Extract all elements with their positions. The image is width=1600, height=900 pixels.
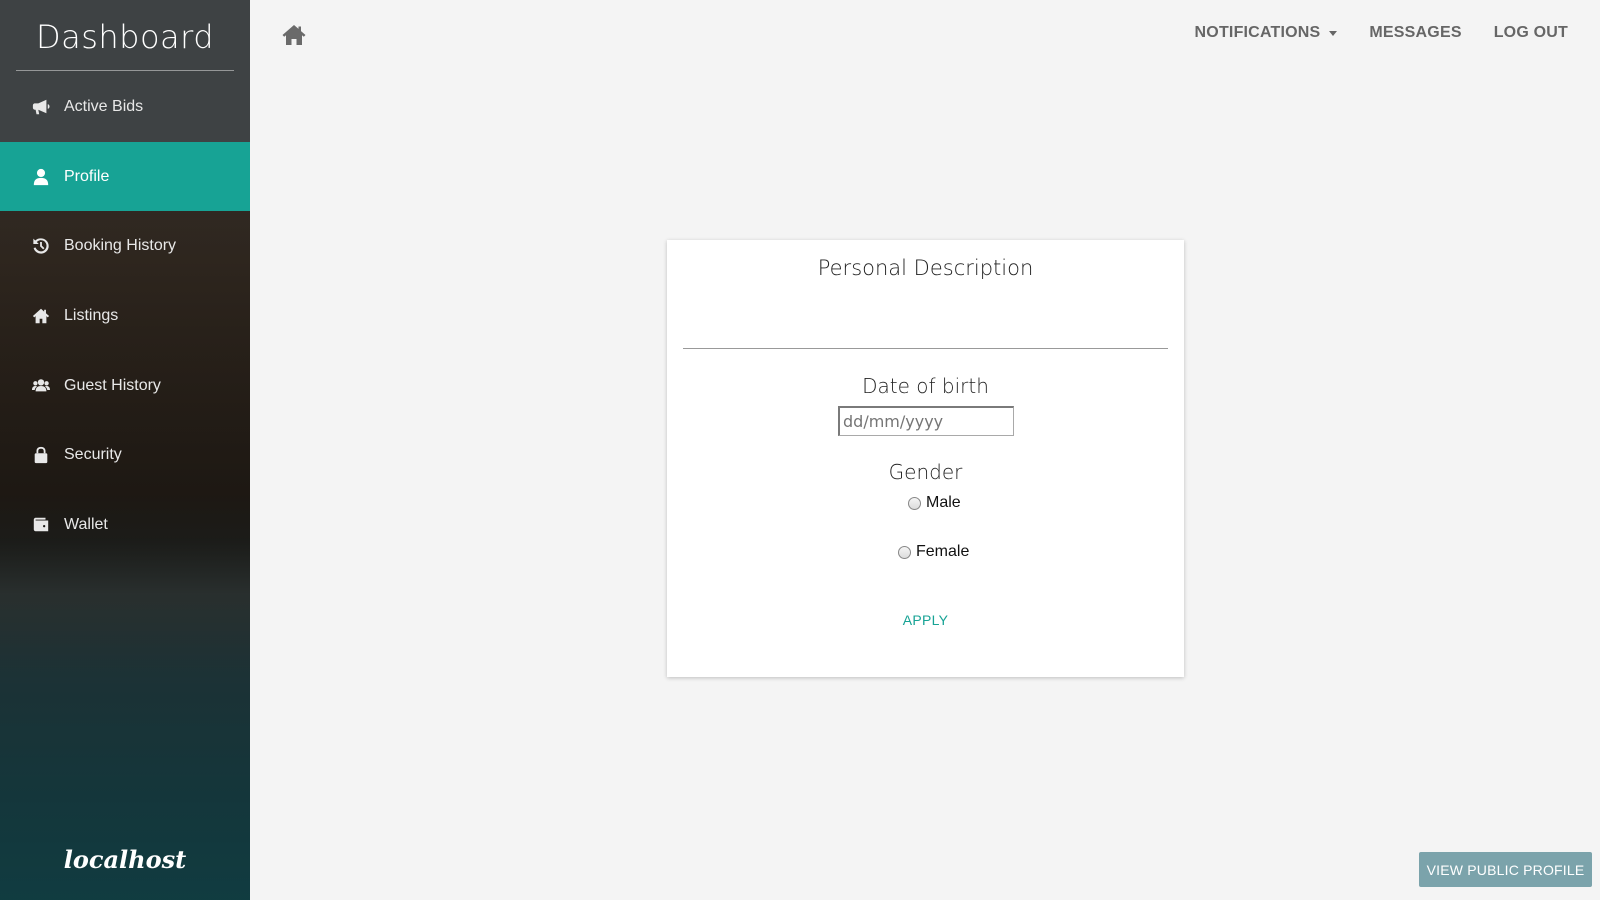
gender-option-male[interactable]: Male: [908, 494, 961, 512]
chevron-down-icon: [1329, 30, 1338, 36]
view-public-profile-button[interactable]: VIEW PUBLIC PROFILE: [1419, 852, 1592, 887]
sidebar-item-active-bids[interactable]: Active Bids: [0, 72, 250, 141]
brand-logo: localhost: [63, 845, 187, 874]
female-radio[interactable]: [898, 545, 911, 559]
sidebar-divider: [16, 70, 234, 71]
dob-input[interactable]: [838, 406, 1014, 436]
sidebar-item-label: Security: [64, 445, 122, 463]
notifications-label: NOTIFICATIONS: [1194, 24, 1321, 41]
card-divider: [683, 348, 1168, 349]
sidebar-item-booking-history[interactable]: Booking History: [0, 211, 250, 280]
gender-option-female[interactable]: Female: [898, 543, 969, 561]
messages-link[interactable]: MESSAGES: [1369, 24, 1461, 42]
sidebar-item-label: Active Bids: [64, 97, 144, 115]
megaphone-icon: [31, 97, 51, 117]
history-icon: [31, 236, 51, 256]
gender-label: Gender: [888, 460, 963, 484]
female-label: Female: [916, 543, 970, 560]
top-navigation: NOTIFICATIONS MESSAGES LOG OUT: [1163, 24, 1568, 42]
sidebar-item-label: Profile: [64, 167, 110, 185]
sidebar-item-wallet[interactable]: Wallet: [0, 490, 250, 559]
notifications-dropdown[interactable]: NOTIFICATIONS: [1195, 24, 1338, 42]
sidebar-item-label: Listings: [64, 306, 119, 324]
home-icon: [31, 306, 51, 326]
lock-icon: [31, 445, 51, 465]
sidebar-item-listings[interactable]: Listings: [0, 281, 250, 350]
logout-link[interactable]: LOG OUT: [1494, 24, 1568, 42]
user-icon: [31, 167, 51, 187]
sidebar-item-guest-history[interactable]: Guest History: [0, 351, 250, 420]
sidebar: Dashboard Active Bids Profile Booking Hi…: [0, 0, 250, 900]
sidebar-item-label: Guest History: [64, 376, 161, 394]
home-button[interactable]: [282, 24, 306, 48]
card-title: Personal Description: [817, 256, 1034, 280]
sidebar-item-profile[interactable]: Profile: [0, 142, 250, 211]
wallet-icon: [31, 515, 51, 535]
sidebar-item-label: Booking History: [64, 236, 177, 254]
sidebar-item-label: Wallet: [64, 515, 108, 533]
male-radio[interactable]: [908, 496, 921, 510]
dob-label: Date of birth: [862, 374, 989, 398]
apply-button[interactable]: APPLY: [667, 612, 1184, 628]
profile-card: Personal Description Date of birth Gende…: [667, 240, 1184, 677]
sidebar-title: Dashboard: [35, 18, 215, 56]
users-icon: [31, 376, 51, 396]
home-icon: [282, 25, 306, 50]
male-label: Male: [926, 494, 961, 511]
sidebar-item-security[interactable]: Security: [0, 420, 250, 489]
